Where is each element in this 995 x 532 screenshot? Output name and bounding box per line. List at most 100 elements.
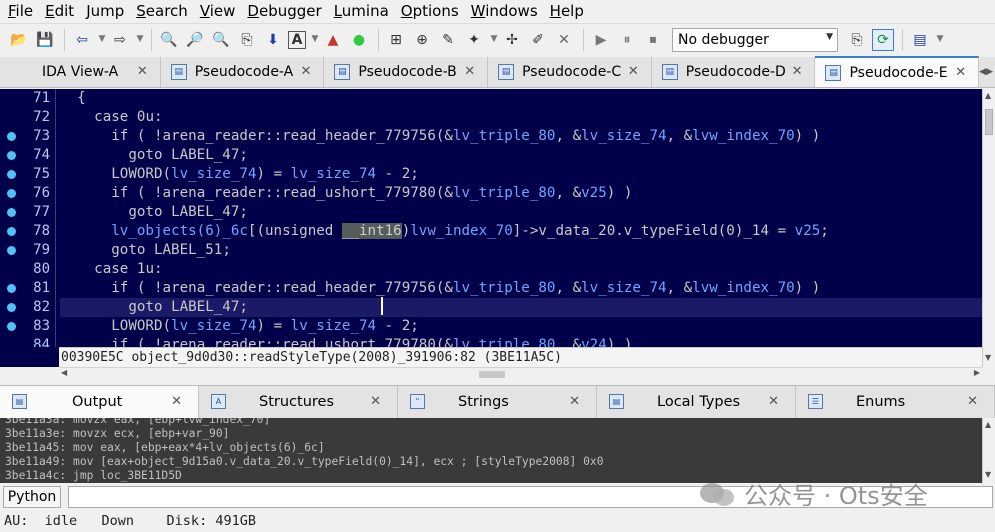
breakpoint-marker-icon[interactable]: [7, 303, 16, 312]
gutter-line[interactable]: 81: [0, 279, 56, 298]
bottom-tab-strings[interactable]: " Strings ✕: [398, 386, 597, 419]
binary-search-icon[interactable]: 🔍: [158, 29, 180, 51]
code-line[interactable]: LOWORD(lv_size_74) = lv_size_74 - 2;: [60, 165, 982, 184]
cross-ref-icon[interactable]: ✢: [501, 29, 523, 51]
scroll-right-icon[interactable]: ▶: [974, 368, 980, 377]
output-scrollbar[interactable]: ▲ ▼: [982, 418, 995, 483]
close-icon[interactable]: ✕: [301, 64, 312, 79]
close-icon[interactable]: ✕: [464, 64, 475, 79]
back-dropdown-icon[interactable]: ▼: [97, 29, 107, 51]
refresh-dropdown-icon[interactable]: ▼: [935, 29, 945, 51]
gutter-line[interactable]: 71: [0, 89, 56, 108]
text-icon[interactable]: A: [288, 30, 306, 49]
tab-scroll-buttons[interactable]: ◀ ▶: [979, 57, 995, 87]
scroll-down-icon[interactable]: ▼: [985, 353, 991, 362]
text-dropdown-icon[interactable]: ▼: [310, 29, 320, 51]
tab-scroll-left-icon[interactable]: ◀: [979, 67, 986, 77]
close-icon[interactable]: ✕: [967, 394, 978, 409]
tab-ida-view-a[interactable]: ▦IDA View-A✕: [0, 57, 161, 87]
pseudocode-panel[interactable]: 71 72 73 74 75 76 77 78 79 80 81 82 83 84 { case 0u: …: [0, 89, 982, 347]
gutter-line[interactable]: 72: [0, 108, 56, 127]
breakpoint-marker-icon[interactable]: [7, 322, 16, 331]
bookmark-icon[interactable]: ✦: [463, 29, 485, 51]
patch-bytes-icon[interactable]: ✐: [527, 29, 549, 51]
close-icon[interactable]: ✕: [792, 64, 803, 79]
bottom-tab-output[interactable]: ▤ Output ✕: [0, 386, 199, 419]
breakpoint-marker-icon[interactable]: [7, 151, 16, 160]
menu-file[interactable]: File: [4, 1, 37, 21]
pseudocode-text[interactable]: { case 0u: if ( !arena_reader::read_head…: [60, 89, 982, 347]
run-green-icon[interactable]: ●: [348, 29, 370, 51]
menu-options[interactable]: Options: [397, 1, 463, 21]
sync-icon[interactable]: ⟳: [872, 28, 894, 51]
code-line[interactable]: lv_objects(6)_6c[(unsigned __int16)lvw_i…: [60, 222, 982, 241]
add-segment-icon[interactable]: ⊞: [385, 29, 407, 51]
breakpoint-marker-icon[interactable]: [7, 132, 16, 141]
scroll-up-icon[interactable]: ▲: [985, 420, 991, 429]
gutter-line[interactable]: 73: [0, 127, 56, 146]
scroll-thumb[interactable]: [985, 109, 993, 135]
forward-icon[interactable]: ⇨: [109, 29, 131, 51]
tab-pseudocode-c[interactable]: ▤ Pseudocode-C ✕: [488, 57, 652, 87]
code-vertical-scrollbar[interactable]: ▲ ▼: [982, 89, 995, 367]
menu-search[interactable]: Search: [132, 1, 192, 21]
gutter-line[interactable]: 80: [0, 260, 56, 279]
forward-dropdown-icon[interactable]: ▼: [135, 29, 145, 51]
code-line[interactable]: if ( !arena_reader::read_header_779756(&…: [60, 127, 982, 146]
tab-pseudocode-b[interactable]: ▤ Pseudocode-B ✕: [324, 57, 489, 87]
gutter-line[interactable]: 75: [0, 165, 56, 184]
close-icon[interactable]: ✕: [955, 65, 966, 80]
code-line[interactable]: goto LABEL_51;: [60, 241, 982, 260]
menu-lumina[interactable]: Lumina: [330, 1, 393, 21]
breakpoint-marker-icon[interactable]: [7, 170, 16, 179]
code-line[interactable]: LOWORD(lv_size_74) = lv_size_74 - 2;: [60, 317, 982, 336]
code-line[interactable]: if ( !arena_reader::read_ushort_779780(&…: [60, 336, 982, 347]
play-icon[interactable]: ▶: [590, 29, 612, 51]
close-icon[interactable]: ✕: [628, 64, 639, 79]
code-line[interactable]: case 1u:: [60, 260, 982, 279]
code-horizontal-scrollbar[interactable]: ◀ ▶: [59, 367, 982, 380]
find-icon[interactable]: ⎘: [236, 29, 258, 51]
tab-pseudocode-d[interactable]: ▤ Pseudocode-D ✕: [651, 57, 816, 87]
close-icon[interactable]: ✕: [137, 64, 148, 79]
gutter-line[interactable]: 83: [0, 317, 56, 336]
hex-search-icon[interactable]: 🔍: [210, 29, 232, 51]
gutter-line[interactable]: 76: [0, 184, 56, 203]
jump-down-icon[interactable]: ⬇: [262, 29, 284, 51]
breakpoint-marker-icon[interactable]: [7, 284, 16, 293]
menu-help[interactable]: Help: [546, 1, 588, 21]
bookmark-dropdown-icon[interactable]: ▼: [489, 29, 499, 51]
close-icon[interactable]: ✕: [569, 394, 580, 409]
gutter-line[interactable]: 74: [0, 146, 56, 165]
output-window[interactable]: 3be11a3a: movzx eax, [ebp+lvw_index_70] 3…: [0, 418, 982, 483]
python-button[interactable]: Python: [3, 486, 61, 508]
gutter-line[interactable]: 77: [0, 203, 56, 222]
code-line[interactable]: if ( !arena_reader::read_ushort_779780(&…: [60, 184, 982, 203]
scroll-up-icon[interactable]: ▲: [985, 91, 991, 100]
close-icon[interactable]: ✕: [768, 394, 779, 409]
back-icon[interactable]: ⇦: [71, 29, 93, 51]
breakpoint-marker-icon[interactable]: [7, 227, 16, 236]
graph-icon[interactable]: ▲: [322, 29, 344, 51]
tab-scroll-right-icon[interactable]: ▶: [986, 67, 993, 77]
menu-jump[interactable]: Jump: [82, 1, 128, 21]
debugger-select[interactable]: No debugger ▼: [672, 27, 838, 52]
code-line[interactable]: goto LABEL_47;: [60, 146, 982, 165]
bottom-tab-local-types[interactable]: ▤ Local Types ✕: [597, 386, 796, 419]
breakpoint-marker-icon[interactable]: [7, 189, 16, 198]
menu-debugger[interactable]: Debugger: [243, 1, 325, 21]
hscroll-thumb[interactable]: [479, 371, 505, 378]
close-icon[interactable]: ✕: [370, 394, 381, 409]
stop-icon[interactable]: ⏹: [642, 29, 664, 51]
pause-icon[interactable]: ⏸: [616, 29, 638, 51]
bottom-tab-structures[interactable]: A Structures ✕: [199, 386, 398, 419]
patch-icon[interactable]: ✎: [437, 29, 459, 51]
code-line[interactable]: goto LABEL_47;: [60, 298, 982, 317]
close-icon[interactable]: ✕: [171, 394, 182, 409]
breakpoint-marker-icon[interactable]: [7, 208, 16, 217]
open-icon[interactable]: 📂: [8, 29, 30, 51]
code-line[interactable]: goto LABEL_47;: [60, 203, 982, 222]
save-icon[interactable]: 💾: [34, 29, 56, 51]
menu-edit[interactable]: Edit: [41, 1, 78, 21]
text-search-icon[interactable]: 🔎: [184, 29, 206, 51]
